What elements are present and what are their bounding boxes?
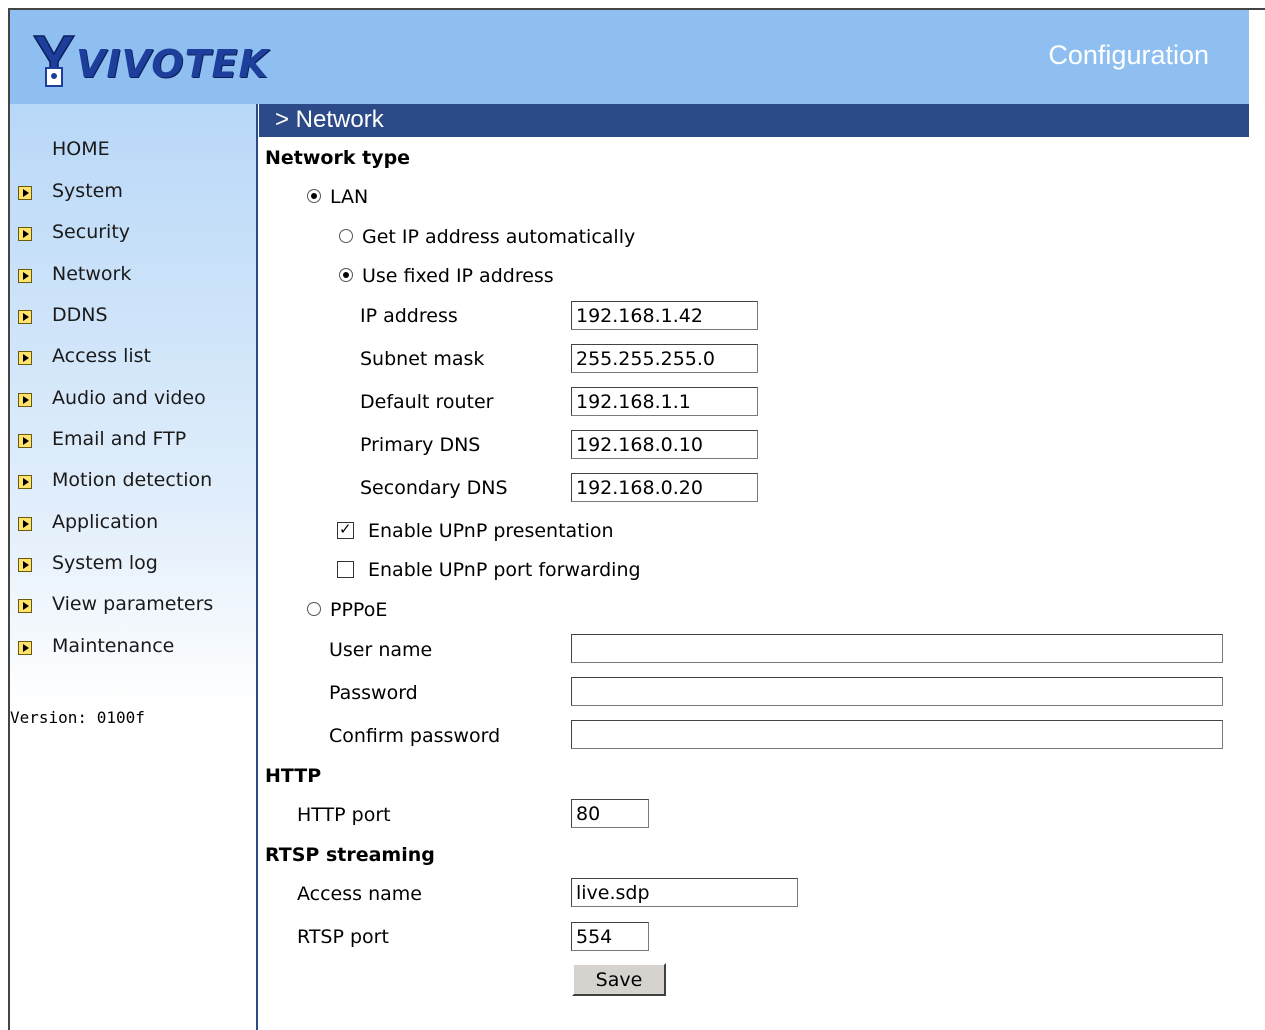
sidebar-item-label: System <box>52 180 123 202</box>
upnp-port-forwarding-label: Enable UPnP port forwarding <box>368 559 641 581</box>
arrow-right-icon <box>18 558 32 572</box>
page-title: > Network <box>275 106 384 133</box>
sidebar-item-label: Access list <box>52 345 151 367</box>
arrow-right-icon <box>18 186 32 200</box>
page-title-bar: > Network <box>259 104 1249 137</box>
pppoe-label: PPPoE <box>330 599 388 621</box>
auto-ip-label: Get IP address automatically <box>362 226 636 248</box>
auto-ip-radio[interactable] <box>339 229 353 243</box>
sidebar-item-label: View parameters <box>52 593 214 615</box>
sidebar-item-view-parameters[interactable]: View parameters <box>10 589 256 619</box>
sidebar: HOME System Security Network DDNS Access… <box>10 104 258 1030</box>
ip-address-field[interactable] <box>571 301 758 330</box>
header-title: Configuration <box>1048 40 1209 70</box>
sidebar-item-label: System log <box>52 552 158 574</box>
secondary-dns-label: Secondary DNS <box>360 477 508 499</box>
sidebar-item-network[interactable]: Network <box>10 259 256 289</box>
sidebar-item-label: Audio and video <box>52 387 206 409</box>
section-http: HTTP <box>265 765 322 787</box>
arrow-right-icon <box>18 434 32 448</box>
sidebar-item-email-and-ftp[interactable]: Email and FTP <box>10 424 256 454</box>
default-router-field[interactable] <box>571 387 758 416</box>
version-text: Version: 0100f <box>10 708 145 727</box>
primary-dns-field[interactable] <box>571 430 758 459</box>
sidebar-item-label: Security <box>52 221 131 243</box>
rtsp-port-label: RTSP port <box>297 926 389 948</box>
sidebar-item-maintenance[interactable]: Maintenance <box>10 631 256 661</box>
primary-dns-label: Primary DNS <box>360 434 481 456</box>
subnet-mask-label: Subnet mask <box>360 348 485 370</box>
sidebar-item-label: Application <box>52 511 159 533</box>
lan-label: LAN <box>330 186 369 208</box>
network-form: Network type LAN Get IP address automati… <box>260 137 1260 1030</box>
arrow-right-icon <box>18 227 32 241</box>
sidebar-item-label: Email and FTP <box>52 428 187 450</box>
sidebar-item-application[interactable]: Application <box>10 507 256 537</box>
upnp-port-forwarding-checkbox[interactable] <box>337 561 354 578</box>
password-label: Password <box>329 682 418 704</box>
sidebar-item-label: Motion detection <box>52 469 213 491</box>
upnp-presentation-checkbox[interactable] <box>337 520 354 539</box>
arrow-right-icon <box>18 269 32 283</box>
sidebar-item-security[interactable]: Security <box>10 217 256 247</box>
vivotek-logo: VIVOTEK <box>32 34 272 94</box>
section-rtsp-streaming: RTSP streaming <box>265 844 435 866</box>
sidebar-item-home[interactable]: HOME <box>10 134 256 164</box>
section-network-type: Network type <box>265 147 411 169</box>
subnet-mask-field[interactable] <box>571 344 758 373</box>
rtsp-port-field[interactable] <box>571 922 649 951</box>
pppoe-radio[interactable] <box>307 602 321 616</box>
logo-y-icon <box>32 35 76 87</box>
sidebar-item-label: Maintenance <box>52 635 175 657</box>
arrow-right-icon <box>18 641 32 655</box>
sidebar-item-ddns[interactable]: DDNS <box>10 300 256 330</box>
access-name-label: Access name <box>297 883 422 905</box>
lan-radio[interactable] <box>307 189 321 203</box>
user-name-field[interactable] <box>571 634 1223 663</box>
arrow-right-icon <box>18 393 32 407</box>
header: VIVOTEK Configuration <box>10 10 1249 104</box>
access-name-field[interactable] <box>571 878 798 907</box>
ip-address-label: IP address <box>360 305 458 327</box>
arrow-right-icon <box>18 517 32 531</box>
confirm-password-field[interactable] <box>571 720 1223 749</box>
arrow-right-icon <box>18 475 32 489</box>
sidebar-item-audio-and-video[interactable]: Audio and video <box>10 383 256 413</box>
arrow-right-icon <box>18 599 32 613</box>
sidebar-item-access-list[interactable]: Access list <box>10 341 256 371</box>
fixed-ip-radio[interactable] <box>339 268 353 282</box>
user-name-label: User name <box>329 639 433 661</box>
http-port-field[interactable] <box>571 799 649 828</box>
sidebar-item-motion-detection[interactable]: Motion detection <box>10 465 256 495</box>
fixed-ip-label: Use fixed IP address <box>362 265 554 287</box>
save-button[interactable]: Save <box>572 963 666 996</box>
arrow-right-icon <box>18 310 32 324</box>
default-router-label: Default router <box>360 391 494 413</box>
sidebar-item-system-log[interactable]: System log <box>10 548 256 578</box>
http-port-label: HTTP port <box>297 804 391 826</box>
sidebar-item-label: Network <box>52 263 132 285</box>
logo-text: VIVOTEK <box>76 42 269 86</box>
secondary-dns-field[interactable] <box>571 473 758 502</box>
sidebar-item-label: DDNS <box>52 304 108 326</box>
sidebar-item-label: HOME <box>52 138 110 160</box>
sidebar-item-system[interactable]: System <box>10 176 256 206</box>
password-field[interactable] <box>571 677 1223 706</box>
confirm-password-label: Confirm password <box>329 725 501 747</box>
arrow-right-icon <box>18 351 32 365</box>
upnp-presentation-label: Enable UPnP presentation <box>368 520 614 542</box>
